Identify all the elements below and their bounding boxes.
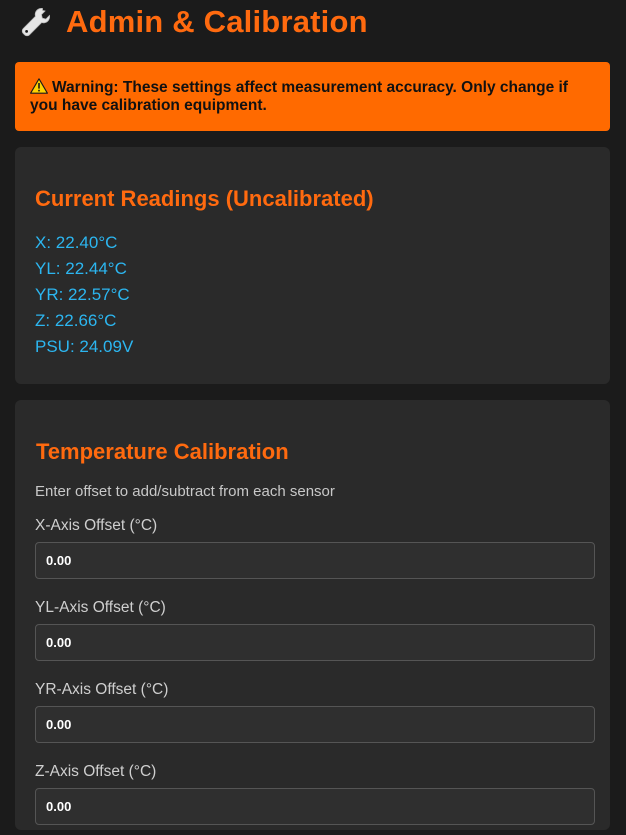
temperature-calibration-card: Temperature Calibration Enter offset to …: [15, 400, 610, 830]
x-offset-input[interactable]: [35, 542, 595, 579]
z-offset-input[interactable]: [35, 788, 595, 825]
warning-text: Warning: These settings affect measureme…: [30, 79, 568, 114]
yr-offset-input[interactable]: [35, 706, 595, 743]
admin-calibration-page: Admin & Calibration Warning: These setti…: [0, 0, 626, 835]
x-offset-label: X-Axis Offset (°C): [35, 517, 158, 534]
x-offset-field-group: X-Axis Offset (°C): [35, 517, 595, 579]
reading-yl: YL: 22.44°C: [35, 259, 127, 278]
yl-offset-field-group: YL-Axis Offset (°C): [35, 599, 595, 661]
warning-triangle-icon: [30, 78, 48, 94]
z-offset-field-group: Z-Axis Offset (°C): [35, 763, 595, 825]
offset-fields: X-Axis Offset (°C) YL-Axis Offset (°C) Y…: [35, 517, 595, 825]
page-header: Admin & Calibration: [15, 0, 610, 44]
yl-offset-label: YL-Axis Offset (°C): [35, 599, 166, 616]
wrench-icon: [18, 4, 54, 40]
yl-offset-input[interactable]: [35, 624, 595, 661]
calibration-title: Temperature Calibration: [36, 439, 289, 464]
current-readings-card: Current Readings (Uncalibrated) X: 22.40…: [15, 147, 610, 384]
yr-offset-field-group: YR-Axis Offset (°C): [35, 681, 595, 743]
page-title: Admin & Calibration: [66, 4, 368, 39]
warning-banner: Warning: These settings affect measureme…: [15, 62, 610, 131]
reading-yr: YR: 22.57°C: [35, 285, 130, 304]
readings-list: X: 22.40°C YL: 22.44°C YR: 22.57°C Z: 22…: [35, 230, 590, 360]
reading-x: X: 22.40°C: [35, 233, 118, 252]
yr-offset-label: YR-Axis Offset (°C): [35, 681, 169, 698]
reading-z: Z: 22.66°C: [35, 311, 117, 330]
z-offset-label: Z-Axis Offset (°C): [35, 763, 157, 780]
readings-title: Current Readings (Uncalibrated): [35, 186, 374, 211]
calibration-hint: Enter offset to add/subtract from each s…: [35, 483, 335, 500]
reading-psu: PSU: 24.09V: [35, 337, 134, 356]
